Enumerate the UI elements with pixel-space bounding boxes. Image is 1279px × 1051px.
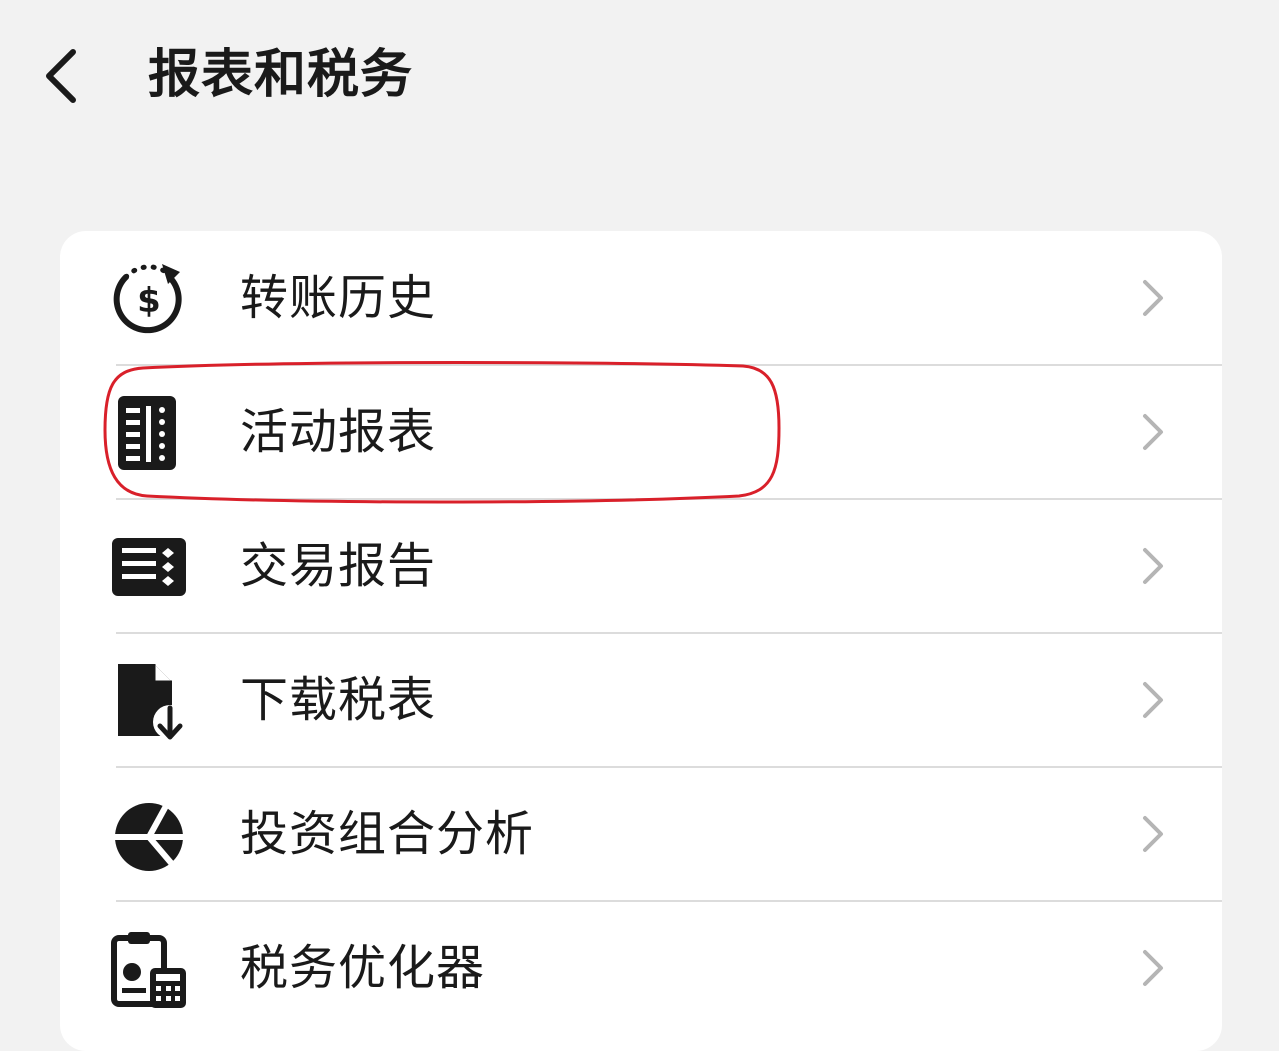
top-bar: 报表和税务: [0, 0, 1279, 150]
chevron-right-icon: [1143, 682, 1163, 718]
chevron-right-icon: [1143, 548, 1163, 584]
statement-list-icon: [110, 394, 188, 472]
menu-item-activity-statement[interactable]: 活动报表: [60, 365, 1222, 499]
menu-item-download-tax-forms[interactable]: 下载税表: [60, 633, 1222, 767]
pie-chart-icon: [110, 796, 188, 874]
reports-menu-card: $ 转账历史 活动报表 交易报告 下载税表 投资组合分析 税务优化器: [60, 231, 1222, 1051]
menu-item-label: 下载税表: [240, 672, 437, 728]
menu-item-label: 活动报表: [240, 404, 437, 460]
menu-item-transfer-history[interactable]: $ 转账历史: [60, 231, 1222, 365]
svg-text:$: $: [137, 281, 161, 321]
chevron-right-icon: [1143, 414, 1163, 450]
chevron-right-icon: [1143, 816, 1163, 852]
document-download-icon: [110, 662, 188, 740]
back-button[interactable]: [26, 36, 96, 116]
menu-item-label: 税务优化器: [240, 940, 486, 996]
dollar-history-icon: $: [110, 260, 188, 338]
menu-item-trade-report[interactable]: 交易报告: [60, 499, 1222, 633]
menu-item-tax-optimizer[interactable]: 税务优化器: [60, 901, 1222, 1035]
page-title: 报表和税务: [148, 45, 414, 105]
chevron-right-icon: [1143, 280, 1163, 316]
chevron-left-icon: [46, 49, 76, 103]
menu-item-label: 转账历史: [240, 270, 437, 326]
menu-item-portfolio-analysis[interactable]: 投资组合分析: [60, 767, 1222, 901]
menu-item-label: 投资组合分析: [240, 806, 535, 862]
menu-item-label: 交易报告: [240, 538, 437, 594]
trade-report-icon: [110, 528, 188, 606]
chevron-right-icon: [1143, 950, 1163, 986]
clipboard-calculator-icon: [110, 930, 188, 1008]
